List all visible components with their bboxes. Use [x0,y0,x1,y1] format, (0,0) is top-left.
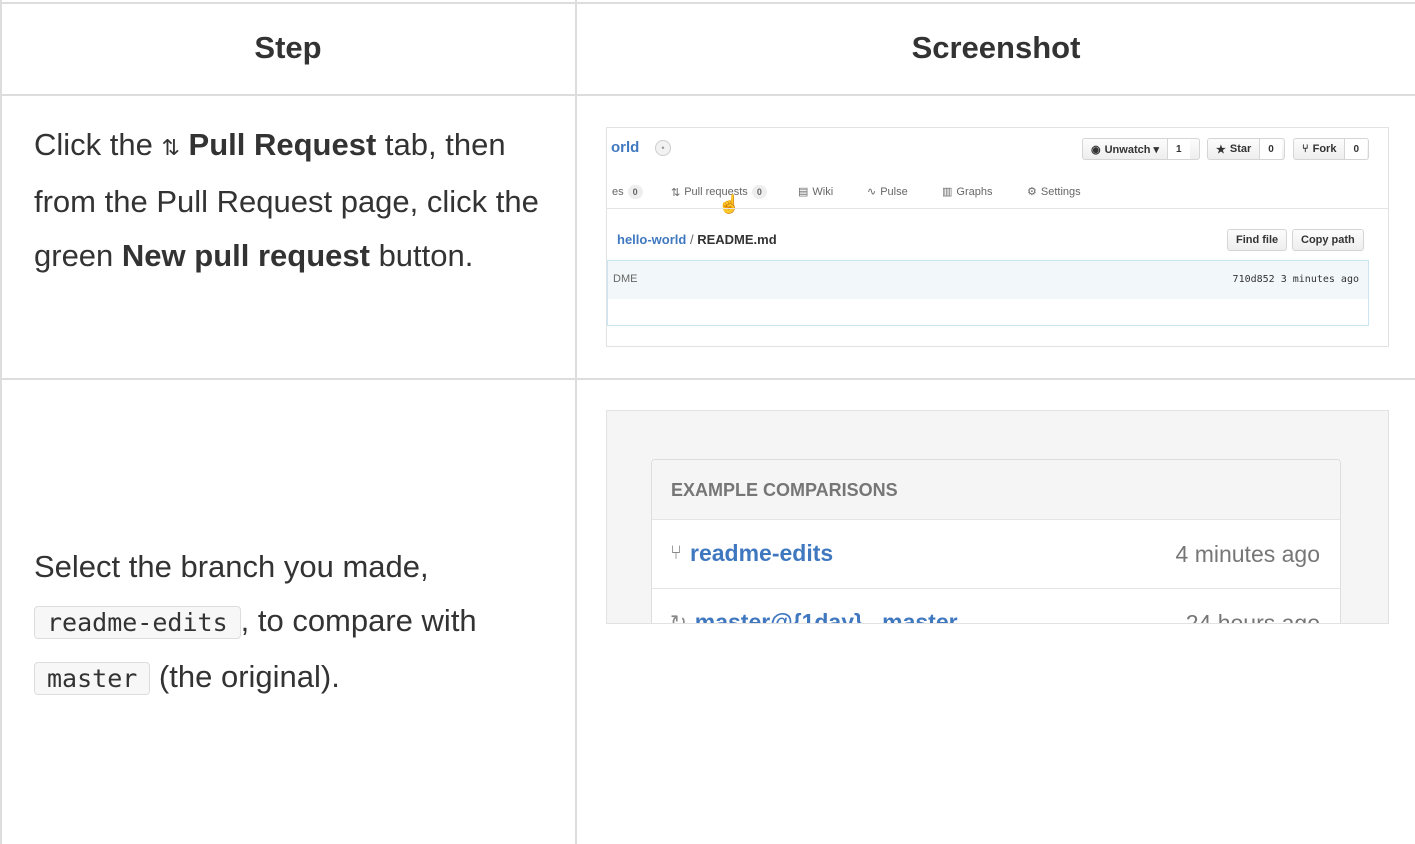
tab-counter: 0 [627,185,643,199]
table-border-top [0,2,1415,4]
fork-count[interactable]: 0 [1344,139,1368,159]
breadcrumb: hello-world / README.md [617,232,777,247]
comparison-branch-link[interactable]: master@{1day}...master [695,609,958,623]
hand-cursor-icon: ☝ [718,194,741,214]
comparison-row[interactable]: ⑂ readme-edits 4 minutes ago [652,520,1340,589]
step-1-text-part: Click the [34,127,162,162]
fork-icon: ⑂ [1302,143,1309,155]
breadcrumb-file: README.md [697,232,777,247]
step-1-text: Click the ⇅ Pull Request tab, then from … [34,118,554,283]
star-button[interactable]: ★ Star 0 [1207,138,1285,160]
repo-name[interactable]: orld [611,139,639,156]
comparison-time: 4 minutes ago [1175,541,1320,567]
screenshot-example-comparisons: EXAMPLE COMPARISONS ⑂ readme-edits 4 minu… [606,410,1389,624]
tab-pulse[interactable]: ∿ Pulse [867,185,908,199]
history-icon: ↻ [670,612,687,624]
comparisons-box: EXAMPLE COMPARISONS ⑂ readme-edits 4 minu… [651,459,1341,624]
breadcrumb-repo-link[interactable]: hello-world [617,232,686,247]
new-pull-request-label: New pull request [121,238,370,273]
commit-message[interactable]: DME [613,273,637,285]
private-repo-icon: • [655,140,671,156]
tab-label: Settings [1040,185,1081,198]
column-divider [575,0,577,844]
row-divider [0,378,1415,380]
comparisons-header: EXAMPLE COMPARISONS [652,460,1340,520]
comparison-row[interactable]: ↻ master@{1day}...master 24 hours ago [652,589,1340,624]
comparison-branch-link[interactable]: readme-edits [690,540,833,567]
screenshot-pull-requests-tab: orld • ◉ Unwatch ▾ 1 ★ Star 0 ⑂ Fork 0 es 0 … [606,127,1389,347]
gear-icon: ⚙ [1027,186,1037,198]
find-file-button[interactable]: Find file [1227,229,1288,251]
pull-request-icon: ⇅ [671,186,681,199]
code-master: master [34,662,151,695]
header-divider [0,94,1415,96]
header-screenshot: Screenshot [911,30,1081,65]
step-2-text: Select the branch you made, readme-edits… [34,540,554,706]
tab-graphs[interactable]: ▥ Graphs [942,185,993,199]
commit-meta: 710d852 3 minutes ago [1233,273,1359,285]
tab-settings[interactable]: ⚙ Settings [1027,185,1081,199]
pulse-icon: ∿ [867,186,877,198]
graph-icon: ▥ [942,186,953,198]
unwatch-label: Unwatch ▾ [1104,143,1160,156]
step-2-text-part: Select the branch you made, [34,549,429,584]
watch-count[interactable]: 1 [1167,139,1190,159]
commit-sha[interactable]: 710d852 [1233,274,1275,285]
code-readme-edits: readme-edits [34,606,241,639]
step-2-text-part: , to compare with [240,603,477,638]
step-1-text-part: button. [369,238,474,273]
comparison-time: 24 hours ago [1185,610,1320,624]
breadcrumb-separator: / [686,232,698,247]
tab-label: es [612,186,624,198]
tab-label: Pulse [880,185,908,198]
pull-request-tab-label: Pull Request [188,127,377,162]
commit-info-bar: DME 710d852 3 minutes ago [607,260,1369,300]
fork-button[interactable]: ⑂ Fork 0 [1293,138,1369,160]
file-content-area [607,299,1369,326]
instructions-table: Step Screenshot Click the ⇅ Pull Request… [0,0,1415,844]
branch-icon: ⑂ [670,542,682,564]
fork-label: Fork [1312,143,1337,155]
tab-label: Graphs [956,185,993,198]
copy-path-button[interactable]: Copy path [1292,229,1364,251]
unwatch-button[interactable]: ◉ Unwatch ▾ 1 [1082,138,1200,160]
pull-request-icon: ⇅ [161,135,180,160]
tab-divider [607,208,1388,209]
star-icon: ★ [1216,143,1226,156]
star-label: Star [1229,143,1252,155]
commit-time: 3 minutes ago [1274,274,1359,285]
book-icon: ▤ [798,186,809,198]
tab-issues[interactable]: es 0 [612,185,643,199]
header-step: Step [254,30,322,65]
tab-wiki[interactable]: ▤ Wiki [798,185,834,199]
tab-counter: 0 [751,185,767,199]
tab-label: Wiki [812,185,834,198]
star-count[interactable]: 0 [1259,139,1282,159]
table-border-left [0,0,2,844]
eye-icon: ◉ [1091,143,1101,156]
step-2-text-part: (the original). [150,659,340,694]
